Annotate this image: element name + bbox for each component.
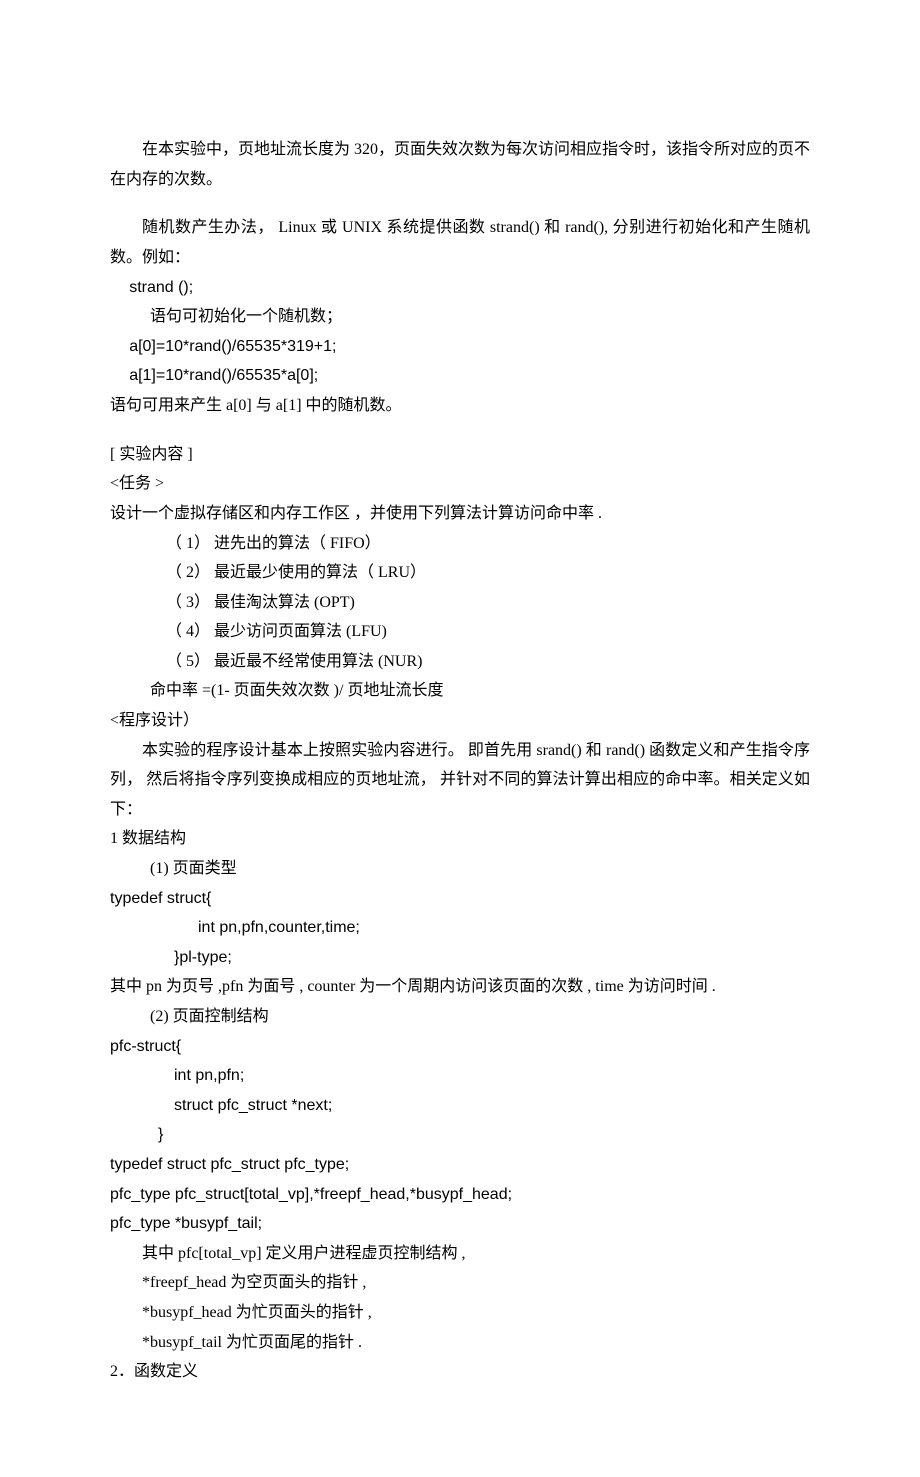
heading-data-structure: 1 数据结构 (110, 824, 810, 854)
pfc-description-3: *busypf_head 为忙页面头的指针 , (110, 1298, 810, 1328)
code-typedef-pfc: typedef struct pfc_struct pfc_type; (110, 1150, 810, 1180)
paragraph-page-fault: 在本实验中，页地址流长度为 320，页面失效次数为每次访问相应指令时，该指令所对… (110, 135, 810, 194)
heading-program-design: <程序设计） (110, 706, 810, 736)
paragraph-produce-rand: 语句可用来产生 a[0] 与 a[1] 中的随机数。 (110, 391, 810, 421)
pfc-description-2: *freepf_head 为空页面头的指针 , (110, 1268, 810, 1298)
blank-line (110, 421, 810, 440)
code-pfc-array: pfc_type pfc_struct[total_vp],*freepf_he… (110, 1180, 810, 1210)
code-busypf-tail: pfc_type *busypf_tail; (110, 1209, 810, 1239)
algorithm-lfu: （ 4） 最少访问页面算法 (LFU) (110, 617, 810, 647)
pfc-description-4: *busypf_tail 为忙页面尾的指针 . (110, 1328, 810, 1358)
heading-experiment: [ 实验内容 ] (110, 440, 810, 470)
algorithm-opt: （ 3） 最佳淘汰算法 (OPT) (110, 588, 810, 618)
code-strand: strand (); (110, 273, 810, 303)
code-a1: a[1]=10*rand()/65535*a[0]; (110, 361, 810, 391)
task-description: 设计一个虚拟存储区和内存工作区 ，并使用下列算法计算访问命中率 . (110, 499, 810, 529)
hit-rate-formula: 命中率 =(1- 页面失效次数 )/ 页地址流长度 (110, 676, 810, 706)
paragraph-rand-intro: 随机数产生办法， Linux 或 UNIX 系统提供函数 strand() 和 … (110, 213, 810, 272)
paragraph-init-rand: 语句可初始化一个随机数； (110, 302, 810, 332)
code-struct-members: int pn,pfn,counter,time; (110, 913, 810, 943)
algorithm-fifo: （ 1） 进先出的算法（ FIFO） (110, 529, 810, 559)
blank-line (110, 194, 810, 213)
algorithm-nur: （ 5） 最近最不经常使用算法 (NUR) (110, 647, 810, 677)
code-a0: a[0]=10*rand()/65535*319+1; (110, 332, 810, 362)
document-page: { "p1": "在本实验中，页地址流长度为 320，页面失效次数为每次访问相应… (0, 0, 920, 1477)
code-pfc-struct: pfc-struct{ (110, 1032, 810, 1062)
page-type-description: 其中 pn 为页号 ,pfn 为面号 , counter 为一个周期内访问该页面… (110, 972, 810, 1002)
pfc-description-1: 其中 pfc[total_vp] 定义用户进程虚页控制结构 , (110, 1239, 810, 1269)
code-pfc-close: } (110, 1120, 810, 1150)
code-pfc-members: int pn,pfn; (110, 1061, 810, 1091)
heading-function-def: 2．函数定义 (110, 1357, 810, 1387)
page-type-heading: (1) 页面类型 (110, 854, 810, 884)
page-control-heading: (2) 页面控制结构 (110, 1002, 810, 1032)
algorithm-lru: （ 2） 最近最少使用的算法（ LRU） (110, 558, 810, 588)
code-pfc-next: struct pfc_struct *next; (110, 1091, 810, 1121)
program-description: 本实验的程序设计基本上按照实验内容进行。 即首先用 srand() 和 rand… (110, 736, 810, 825)
code-typedef-struct: typedef struct{ (110, 884, 810, 914)
heading-task: <任务 > (110, 469, 810, 499)
code-pl-type: }pl-type; (110, 943, 810, 973)
